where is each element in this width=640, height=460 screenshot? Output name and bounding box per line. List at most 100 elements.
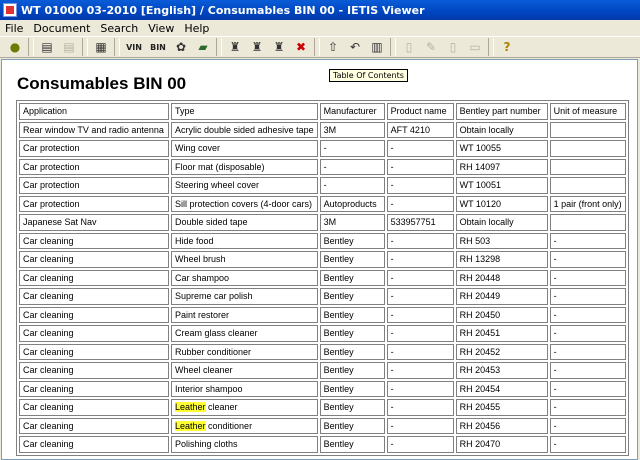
document-view[interactable]: Consumables BIN 00 Table Of Contents App…: [1, 59, 638, 460]
cell-part-number: RH 13298: [455, 251, 548, 268]
cell-part-number: RH 20454: [455, 380, 548, 397]
table-row: Car cleaning Leather cleaner Bentley - RH 20…: [19, 399, 626, 416]
toolbar-separator: [82, 38, 88, 56]
cell-manufacturer: Bentley: [319, 362, 385, 379]
gear-icon[interactable]: ✿: [170, 37, 192, 57]
cell-part-number: WT 10055: [455, 140, 548, 157]
find-next-icon[interactable]: ♜: [268, 37, 290, 57]
cell-part-number: Obtain locally: [455, 214, 548, 231]
cell-product-name: -: [386, 140, 454, 157]
up-icon[interactable]: ⇧: [322, 37, 344, 57]
cell-type: Cream glass cleaner: [171, 325, 318, 342]
cell-product-name: -: [386, 325, 454, 342]
cell-type: Double sided tape: [171, 214, 318, 231]
cell-part-number: RH 20451: [455, 325, 548, 342]
table-row: Car protection Wing cover - - WT 10055: [19, 140, 626, 157]
cell-unit-of-measure: -: [549, 251, 626, 268]
cell-unit-of-measure: [549, 214, 626, 231]
header-product-name: Product name: [386, 103, 454, 120]
cell-application: Car cleaning: [19, 362, 169, 379]
toolbar-separator: [314, 38, 320, 56]
find-icon[interactable]: ♜: [224, 37, 246, 57]
cell-manufacturer: Autoproducts: [319, 195, 385, 212]
table-row: Car protection Steering wheel cover - - WT 1…: [19, 177, 626, 194]
header-type: Type: [171, 103, 318, 120]
forward-icon[interactable]: ▯: [442, 37, 464, 57]
cell-manufacturer: -: [319, 140, 385, 157]
properties-icon[interactable]: ▦: [90, 37, 112, 57]
cell-type: Acrylic double sided adhesive tape: [171, 121, 318, 138]
cell-manufacturer: Bentley: [319, 343, 385, 360]
cell-product-name: -: [386, 158, 454, 175]
tools-icon[interactable]: ✎: [420, 37, 442, 57]
home-icon[interactable]: ●: [4, 37, 26, 57]
cell-type: Leather cleaner: [171, 399, 318, 416]
table-row: Car cleaning Supreme car polish Bentley - RH…: [19, 288, 626, 305]
cell-application: Car cleaning: [19, 288, 169, 305]
cell-unit-of-measure: -: [549, 380, 626, 397]
print-icon[interactable]: ▤: [36, 37, 58, 57]
cell-product-name: AFT 4210: [386, 121, 454, 138]
cell-type: Supreme car polish: [171, 288, 318, 305]
cell-part-number: RH 20449: [455, 288, 548, 305]
page-title: Consumables BIN 00: [17, 74, 187, 93]
cell-product-name: -: [386, 177, 454, 194]
table-row: Car cleaning Interior shampoo Bentley - RH 2…: [19, 380, 626, 397]
print-preview-icon[interactable]: ▤: [58, 37, 80, 57]
table-row: Rear window TV and radio antenna Acrylic …: [19, 121, 626, 138]
cell-unit-of-measure: -: [549, 343, 626, 360]
table-of-contents-icon[interactable]: ▥: [366, 37, 388, 57]
cell-unit-of-measure: -: [549, 399, 626, 416]
back-icon[interactable]: ↶: [344, 37, 366, 57]
table-row: Car protection Floor mat (disposable) - - RH…: [19, 158, 626, 175]
clear-search-icon[interactable]: ✖: [290, 37, 312, 57]
menu-file[interactable]: File: [0, 22, 28, 35]
search-highlight: Leather: [175, 402, 206, 413]
cell-manufacturer: 3M: [319, 214, 385, 231]
menu-help[interactable]: Help: [179, 22, 214, 35]
cell-part-number: WT 10120: [455, 195, 548, 212]
cell-product-name: -: [386, 288, 454, 305]
cell-unit-of-measure: [549, 177, 626, 194]
cell-manufacturer: 3M: [319, 121, 385, 138]
table-row: Car protection Sill protection covers (4-…: [19, 195, 626, 212]
cell-application: Car protection: [19, 158, 169, 175]
cell-unit-of-measure: -: [549, 269, 626, 286]
cell-type: Steering wheel cover: [171, 177, 318, 194]
menu-document[interactable]: Document: [28, 22, 95, 35]
cell-type: Interior shampoo: [171, 380, 318, 397]
cell-manufacturer: -: [319, 177, 385, 194]
cell-unit-of-measure: -: [549, 436, 626, 453]
cell-unit-of-measure: [549, 140, 626, 157]
page-icon[interactable]: ▯: [398, 37, 420, 57]
cell-application: Car protection: [19, 195, 169, 212]
cell-unit-of-measure: [549, 158, 626, 175]
help-icon[interactable]: ?: [496, 37, 518, 57]
cell-application: Car protection: [19, 140, 169, 157]
cell-part-number: RH 20470: [455, 436, 548, 453]
find-previous-icon[interactable]: ♜: [246, 37, 268, 57]
cell-product-name: -: [386, 399, 454, 416]
cell-product-name: -: [386, 232, 454, 249]
cell-product-name: -: [386, 269, 454, 286]
bin-button[interactable]: BIN: [146, 37, 170, 57]
toolbar-separator: [216, 38, 222, 56]
header-part-number: Bentley part number: [455, 103, 548, 120]
printer-icon[interactable]: ▭: [464, 37, 486, 57]
header-application: Application: [19, 103, 169, 120]
cell-manufacturer: Bentley: [319, 232, 385, 249]
table-row: Car cleaning Leather conditioner Bentley - R…: [19, 417, 626, 434]
car-icon[interactable]: ▰: [192, 37, 214, 57]
cell-part-number: RH 20450: [455, 306, 548, 323]
cell-part-number: RH 20452: [455, 343, 548, 360]
table-row: Car cleaning Polishing cloths Bentley - RH 2…: [19, 436, 626, 453]
toolbar-separator: [390, 38, 396, 56]
vin-button[interactable]: VIN: [122, 37, 146, 57]
cell-unit-of-measure: -: [549, 417, 626, 434]
cell-part-number: RH 20453: [455, 362, 548, 379]
title-bar: WT 01000 03-2010 [English] / Consumables…: [0, 0, 640, 20]
consumables-table: Application Type Manufacturer Product na…: [16, 100, 629, 456]
menu-search[interactable]: Search: [95, 22, 143, 35]
menu-view[interactable]: View: [143, 22, 179, 35]
table-row: Japanese Sat Nav Double sided tape 3M 53395…: [19, 214, 626, 231]
